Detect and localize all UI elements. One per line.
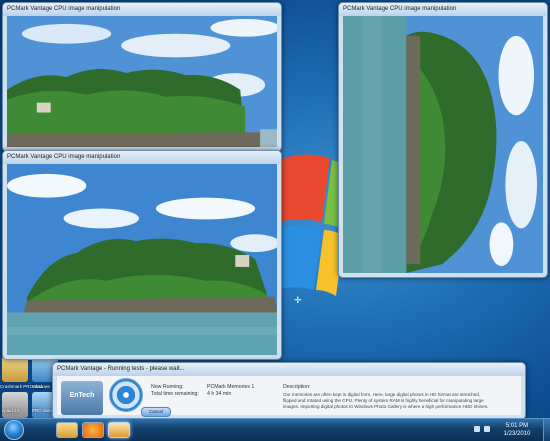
photo-island-top — [7, 16, 277, 147]
start-button[interactable] — [4, 420, 24, 440]
pcmark-icon[interactable] — [108, 422, 130, 438]
cancel-button[interactable]: Cancel — [141, 407, 171, 417]
taskbar: 5:01 PM 1/23/2010 — [0, 418, 550, 441]
window-title: PCMark Vantage CPU image manipulation — [3, 151, 281, 164]
explorer-icon[interactable] — [56, 422, 78, 438]
desktop-icon-cpuid[interactable] — [2, 392, 28, 418]
description-label: Description: — [283, 384, 311, 390]
progress-disc-icon — [109, 378, 143, 412]
volume-icon[interactable] — [484, 426, 490, 432]
dialog-title: PCMark Vantage - Running tests - please … — [53, 363, 525, 376]
time-remaining-value: 4 h 34 min — [207, 391, 232, 397]
desktop-icon-label: PRO data — [32, 408, 52, 413]
image-window-top-left[interactable]: PCMark Vantage CPU image manipulation — [2, 2, 282, 152]
network-icon[interactable] — [474, 426, 480, 432]
show-desktop-button[interactable] — [543, 419, 550, 441]
photo-island-rotated — [343, 16, 543, 273]
description-text: Our memories are often kept in digital f… — [283, 392, 489, 409]
running-tests-dialog[interactable]: PCMark Vantage - Running tests - please … — [52, 362, 526, 420]
media-player-icon[interactable] — [82, 422, 104, 438]
window-title: PCMark Vantage CPU image manipulation — [3, 3, 281, 16]
clock-date: 1/23/2010 — [503, 431, 531, 437]
time-remaining-label: Total time remaining: — [151, 391, 199, 397]
window-title: PCMark Vantage CPU image manipulation — [339, 3, 547, 16]
image-window-right[interactable]: PCMark Vantage CPU image manipulation — [338, 2, 548, 278]
cursor-icon: ✛ — [294, 295, 302, 305]
clock-time: 5:01 PM — [505, 423, 529, 429]
now-running-value: PCMark Memories 1 — [207, 384, 255, 390]
desktop-icon-label: cpuid 24 — [2, 408, 20, 413]
now-running-label: Now Running: — [151, 384, 184, 390]
entech-logo: EnTech — [61, 381, 103, 415]
clock[interactable]: 5:01 PM 1/23/2010 — [494, 422, 540, 438]
photo-island-bottom — [7, 164, 277, 355]
desktop-icon-label: Windows — [32, 384, 51, 389]
image-window-bottom-left[interactable]: PCMark Vantage CPU image manipulation — [2, 150, 282, 360]
